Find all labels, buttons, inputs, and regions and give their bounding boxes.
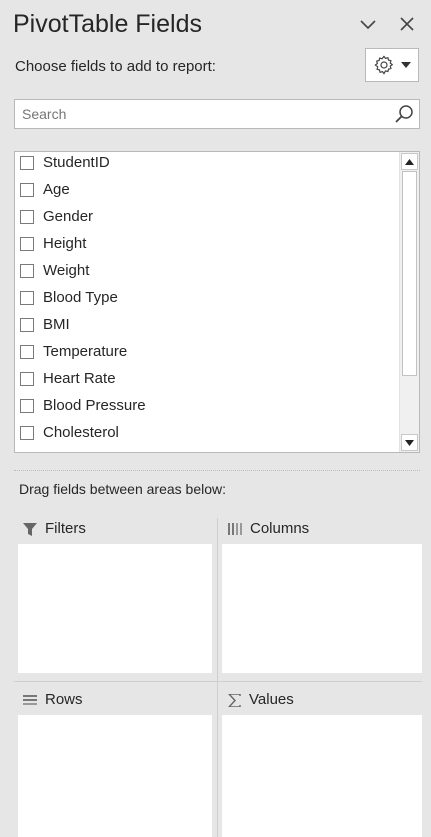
field-checkbox[interactable] bbox=[20, 236, 34, 251]
columns-label: Columns bbox=[250, 520, 310, 537]
triangle-up-icon bbox=[405, 158, 414, 165]
field-checkbox[interactable] bbox=[20, 453, 34, 454]
filters-label: Filters bbox=[45, 520, 86, 537]
columns-drop-zone[interactable] bbox=[222, 544, 422, 673]
search-icon[interactable] bbox=[394, 104, 414, 124]
search-field[interactable] bbox=[14, 99, 420, 129]
field-label: Temperature bbox=[43, 343, 128, 360]
field-item-blood-pressure[interactable]: Blood Pressure bbox=[15, 392, 400, 419]
filter-icon bbox=[23, 522, 37, 536]
field-label: Cholesterol bbox=[43, 424, 119, 441]
choose-fields-label: Choose fields to add to report: bbox=[15, 58, 216, 75]
field-item-heart-rate[interactable]: Heart Rate bbox=[15, 365, 400, 392]
scroll-thumb[interactable] bbox=[402, 171, 417, 376]
field-checkbox[interactable] bbox=[20, 344, 34, 359]
rows-drop-zone[interactable] bbox=[18, 715, 212, 837]
field-label: Blood Type bbox=[43, 289, 118, 306]
field-label: Age bbox=[43, 181, 70, 198]
field-checkbox[interactable] bbox=[20, 398, 34, 413]
field-checkbox[interactable] bbox=[20, 371, 34, 386]
sigma-icon bbox=[228, 693, 241, 707]
close-icon bbox=[400, 17, 414, 31]
rows-label: Rows bbox=[45, 691, 83, 708]
search-input[interactable] bbox=[15, 100, 392, 128]
drag-instruction: Drag fields between areas below: bbox=[19, 481, 227, 497]
rows-icon bbox=[23, 694, 37, 705]
field-item-height[interactable]: Height bbox=[15, 230, 400, 257]
close-pane-button[interactable] bbox=[395, 12, 419, 36]
field-label: BMI bbox=[43, 316, 70, 333]
field-item-temperature[interactable]: Temperature bbox=[15, 338, 400, 365]
dropdown-arrow-icon bbox=[401, 62, 411, 68]
areas-horizontal-divider bbox=[14, 681, 422, 682]
field-item-cholesterol[interactable]: Cholesterol bbox=[15, 419, 400, 446]
field-item-gender[interactable]: Gender bbox=[15, 203, 400, 230]
filters-drop-zone[interactable] bbox=[18, 544, 212, 673]
field-checkbox[interactable] bbox=[20, 263, 34, 278]
field-checkbox[interactable] bbox=[20, 209, 34, 224]
field-item-partial[interactable] bbox=[15, 446, 400, 454]
field-checkbox[interactable] bbox=[20, 317, 34, 332]
gear-icon bbox=[374, 55, 393, 75]
rows-area-header: Rows bbox=[23, 691, 83, 709]
field-item-blood-type[interactable]: Blood Type bbox=[15, 284, 400, 311]
tools-button[interactable] bbox=[365, 48, 419, 82]
columns-icon bbox=[228, 523, 242, 535]
field-item-age[interactable]: Age bbox=[15, 176, 400, 203]
field-checkbox[interactable] bbox=[20, 182, 34, 197]
values-label: Values bbox=[249, 691, 294, 708]
pane-title: PivotTable Fields bbox=[13, 10, 202, 38]
field-label: Height bbox=[43, 235, 87, 252]
field-list-scrollbar[interactable] bbox=[399, 152, 419, 452]
field-label: Gender bbox=[43, 208, 94, 225]
field-item-studentid[interactable]: StudentID bbox=[15, 152, 400, 176]
areas-vertical-divider bbox=[217, 518, 218, 837]
scroll-up-button[interactable] bbox=[401, 153, 418, 170]
field-checkbox[interactable] bbox=[20, 290, 34, 305]
collapse-pane-button[interactable] bbox=[356, 12, 380, 36]
field-item-bmi[interactable]: BMI bbox=[15, 311, 400, 338]
triangle-down-icon bbox=[405, 439, 414, 446]
scroll-down-button[interactable] bbox=[401, 434, 418, 451]
columns-area-header: Columns bbox=[228, 520, 309, 538]
section-divider bbox=[14, 470, 420, 471]
field-label: Weight bbox=[43, 262, 90, 279]
field-label: Heart Rate bbox=[43, 370, 116, 387]
values-area-header: Values bbox=[228, 691, 294, 709]
field-label: Blood Pressure bbox=[43, 397, 146, 414]
chevron-down-icon bbox=[360, 20, 376, 30]
field-checkbox[interactable] bbox=[20, 425, 34, 440]
filters-area-header: Filters bbox=[23, 520, 86, 538]
field-item-weight[interactable]: Weight bbox=[15, 257, 400, 284]
field-list[interactable]: StudentID Age Gender Height Weight Blood… bbox=[14, 151, 420, 453]
field-label: StudentID bbox=[43, 154, 110, 171]
values-drop-zone[interactable] bbox=[222, 715, 422, 837]
field-checkbox[interactable] bbox=[20, 155, 34, 170]
